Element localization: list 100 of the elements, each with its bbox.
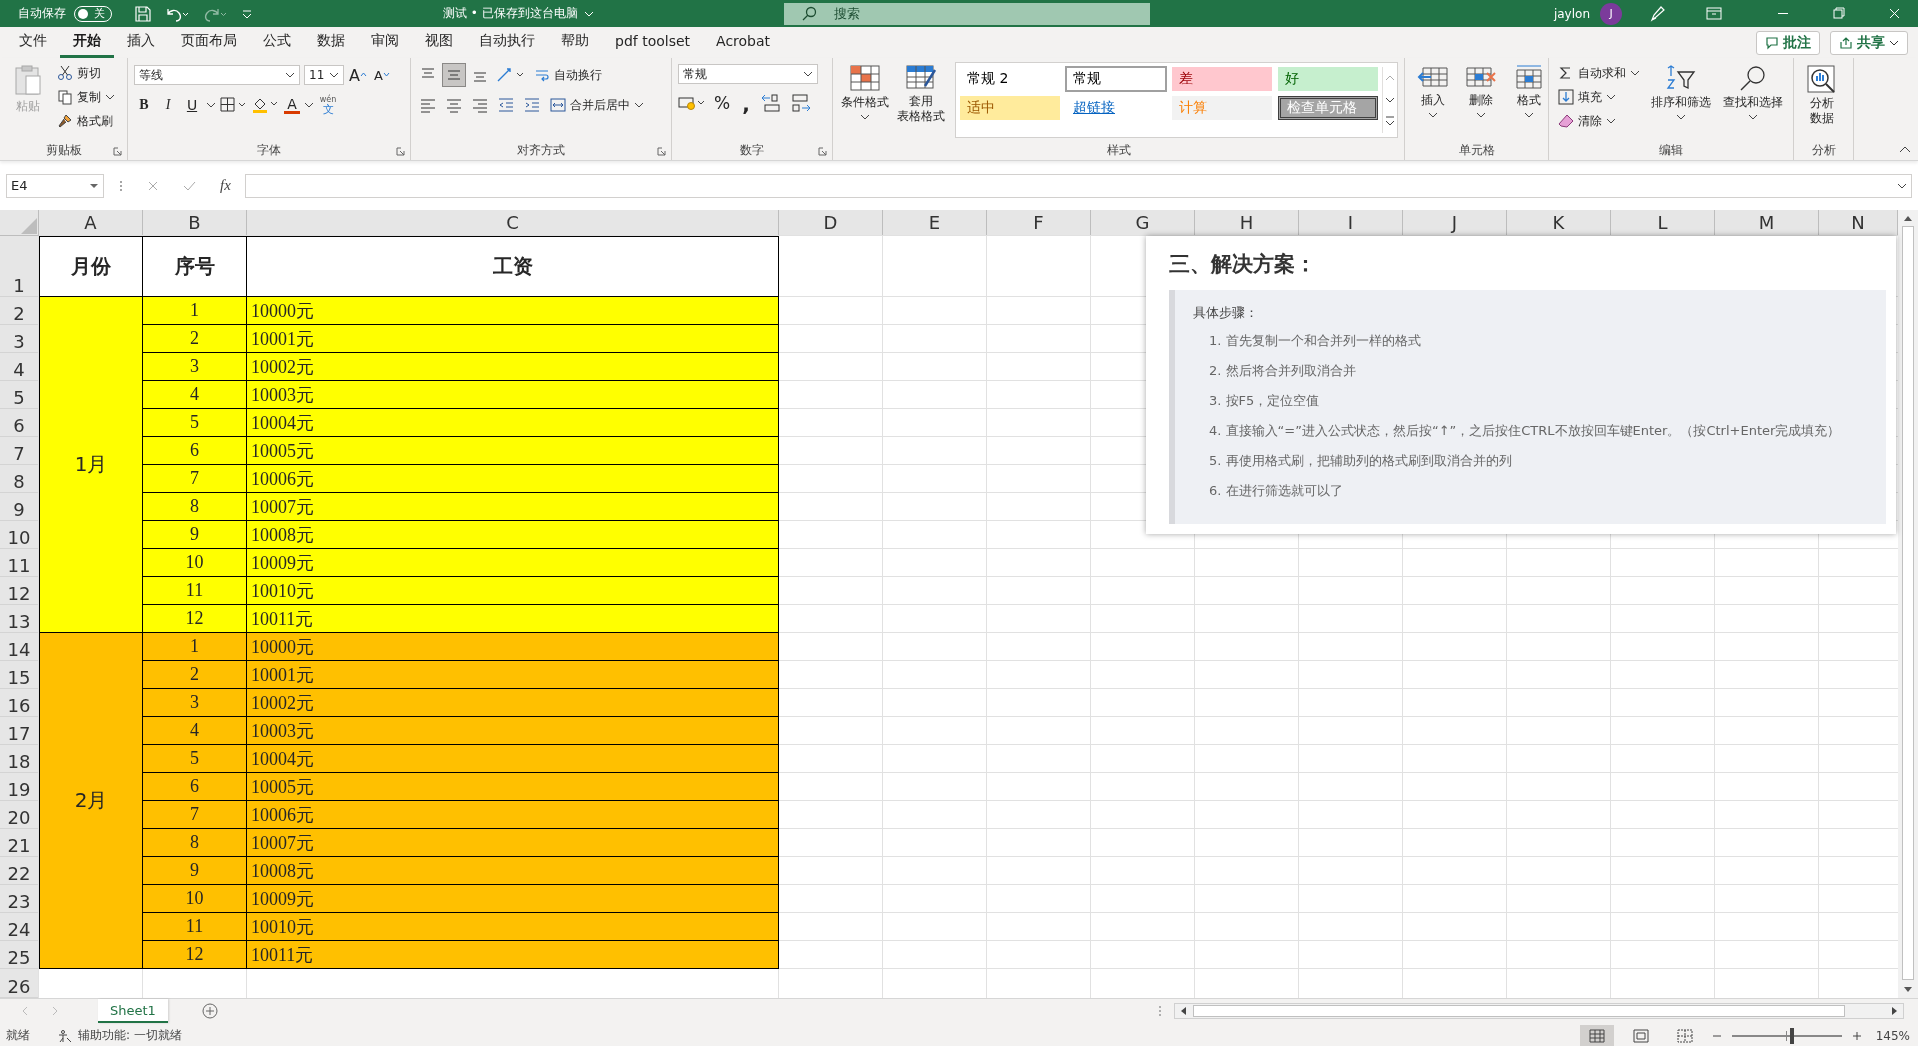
row-header[interactable]: 21 [0, 829, 39, 857]
dialog-launcher-icon[interactable] [113, 147, 122, 156]
scroll-up-icon[interactable] [1903, 214, 1913, 222]
cell-style[interactable]: 常规 [1066, 67, 1166, 91]
row-header[interactable]: 11 [0, 549, 39, 577]
shrink-font-button[interactable]: A [372, 64, 392, 86]
formula-input[interactable] [244, 173, 1912, 198]
row-header[interactable]: 19 [0, 773, 39, 801]
horizontal-scrollbar[interactable] [1173, 1003, 1904, 1019]
zoom-in-icon[interactable] [1851, 1030, 1862, 1041]
collapse-ribbon-icon[interactable] [1898, 144, 1912, 154]
column-header[interactable]: H [1195, 210, 1299, 236]
format-button[interactable]: 格式 [1507, 62, 1551, 121]
column-header[interactable]: I [1299, 210, 1403, 236]
scroll-down-icon[interactable] [1903, 986, 1913, 994]
copy-button[interactable]: 复制 [54, 86, 118, 108]
column-header[interactable]: J [1403, 210, 1507, 236]
name-box[interactable]: E4 [6, 173, 104, 198]
dialog-launcher-icon[interactable] [657, 147, 666, 156]
row-header[interactable]: 13 [0, 605, 39, 633]
column-header[interactable]: L [1611, 210, 1715, 236]
clear-button[interactable]: 清除 [1555, 110, 1643, 132]
vertical-scrollbar[interactable] [1898, 210, 1918, 998]
sort-filter-button[interactable]: 排序和筛选 [1647, 62, 1715, 123]
zoom-level[interactable]: 145% [1875, 1028, 1910, 1043]
row-header[interactable]: 14 [0, 633, 39, 661]
row-header[interactable]: 20 [0, 801, 39, 829]
previous-sheet-icon[interactable] [20, 1006, 30, 1016]
sheet-tab[interactable]: Sheet1 [98, 999, 168, 1023]
menu-tab[interactable]: 数据 [304, 27, 358, 58]
row-header[interactable]: 16 [0, 689, 39, 717]
wrap-text-button[interactable]: 自动换行 [531, 64, 605, 86]
row-header[interactable]: 18 [0, 745, 39, 773]
row-header[interactable]: 24 [0, 913, 39, 941]
caret-icon[interactable] [206, 101, 216, 109]
ribbon-display-icon[interactable] [1704, 4, 1724, 23]
comment-button[interactable]: 批注 [1756, 30, 1820, 55]
dialog-launcher-icon[interactable] [396, 147, 405, 156]
autosum-button[interactable]: 自动求和 [1555, 62, 1643, 84]
search-field[interactable]: 搜索 [784, 2, 1150, 25]
row-header[interactable]: 23 [0, 885, 39, 913]
user-avatar[interactable]: J [1600, 2, 1622, 25]
cell-style[interactable]: 好 [1278, 67, 1378, 91]
phonetic-button[interactable]: wén 文 [318, 94, 338, 116]
column-header[interactable]: D [779, 210, 883, 236]
menu-tab[interactable]: 页面布局 [168, 27, 250, 58]
insert-button[interactable]: 插入 [1411, 62, 1455, 121]
row-header[interactable]: 6 [0, 409, 39, 437]
row-header[interactable]: 2 [0, 297, 39, 325]
row-header[interactable]: 7 [0, 437, 39, 465]
cell-style[interactable]: 差 [1172, 67, 1272, 91]
row-header[interactable]: 22 [0, 857, 39, 885]
menu-tab[interactable]: 视图 [412, 27, 466, 58]
menu-tab[interactable]: 帮助 [548, 27, 602, 58]
row-header[interactable]: 25 [0, 941, 39, 969]
fill-button[interactable]: 填充 [1555, 86, 1643, 108]
share-button[interactable]: 共享 [1830, 30, 1908, 55]
accessibility-status[interactable]: 辅助功能: 一切就绪 [78, 1027, 182, 1044]
find-select-button[interactable]: 查找和选择 [1719, 62, 1787, 123]
font-color-button[interactable]: A [284, 96, 300, 114]
zoom-slider[interactable] [1731, 1027, 1842, 1044]
column-header[interactable]: G [1091, 210, 1195, 236]
conditional-formatting-button[interactable]: 条件格式 [839, 62, 891, 123]
next-sheet-icon[interactable] [50, 1006, 60, 1016]
save-icon[interactable] [134, 4, 152, 23]
format-painter-button[interactable]: 格式刷 [54, 110, 118, 132]
document-title[interactable]: 测试 • 已保存到这台电脑 [443, 5, 784, 22]
normal-view-button[interactable] [1579, 1024, 1614, 1046]
row-header[interactable]: 8 [0, 465, 39, 493]
user-name[interactable]: jaylon [1553, 6, 1590, 21]
font-size-field[interactable]: 11 [304, 65, 344, 85]
menu-tab[interactable]: Acrobat [703, 27, 784, 58]
align-middle-icon[interactable] [443, 64, 465, 86]
number-format-field[interactable]: 常规 [678, 64, 818, 84]
row-header[interactable]: 3 [0, 325, 39, 353]
analyze-data-button[interactable]: 分析 数据 [1800, 62, 1844, 128]
menu-tab[interactable]: 自动执行 [466, 27, 548, 58]
row-header[interactable]: 1 [0, 236, 39, 297]
column-header[interactable]: C [247, 210, 779, 236]
row-header[interactable]: 12 [0, 577, 39, 605]
italic-button[interactable]: I [158, 94, 178, 116]
column-header[interactable]: E [883, 210, 987, 236]
slider-thumb[interactable] [1790, 1027, 1795, 1044]
row-header[interactable]: 17 [0, 717, 39, 745]
row-header[interactable]: 10 [0, 521, 39, 549]
column-header[interactable]: A [39, 210, 143, 236]
insert-function-button[interactable]: fx [220, 177, 231, 194]
font-name-field[interactable]: 等线 [134, 65, 300, 85]
row-header[interactable]: 26 [0, 969, 39, 998]
comma-style-button[interactable]: , [736, 92, 756, 114]
bold-button[interactable]: B [134, 94, 154, 116]
format-as-table-button[interactable]: 套用 表格格式 [895, 62, 947, 126]
delete-button[interactable]: 删除 [1459, 62, 1503, 121]
borders-icon[interactable] [220, 97, 248, 113]
menu-tab[interactable]: 审阅 [358, 27, 412, 58]
menu-tab[interactable]: pdf toolset [602, 27, 704, 58]
menu-tab[interactable]: 插入 [114, 27, 168, 58]
column-header[interactable]: B [143, 210, 247, 236]
row-header[interactable]: 15 [0, 661, 39, 689]
column-header[interactable]: F [987, 210, 1091, 236]
